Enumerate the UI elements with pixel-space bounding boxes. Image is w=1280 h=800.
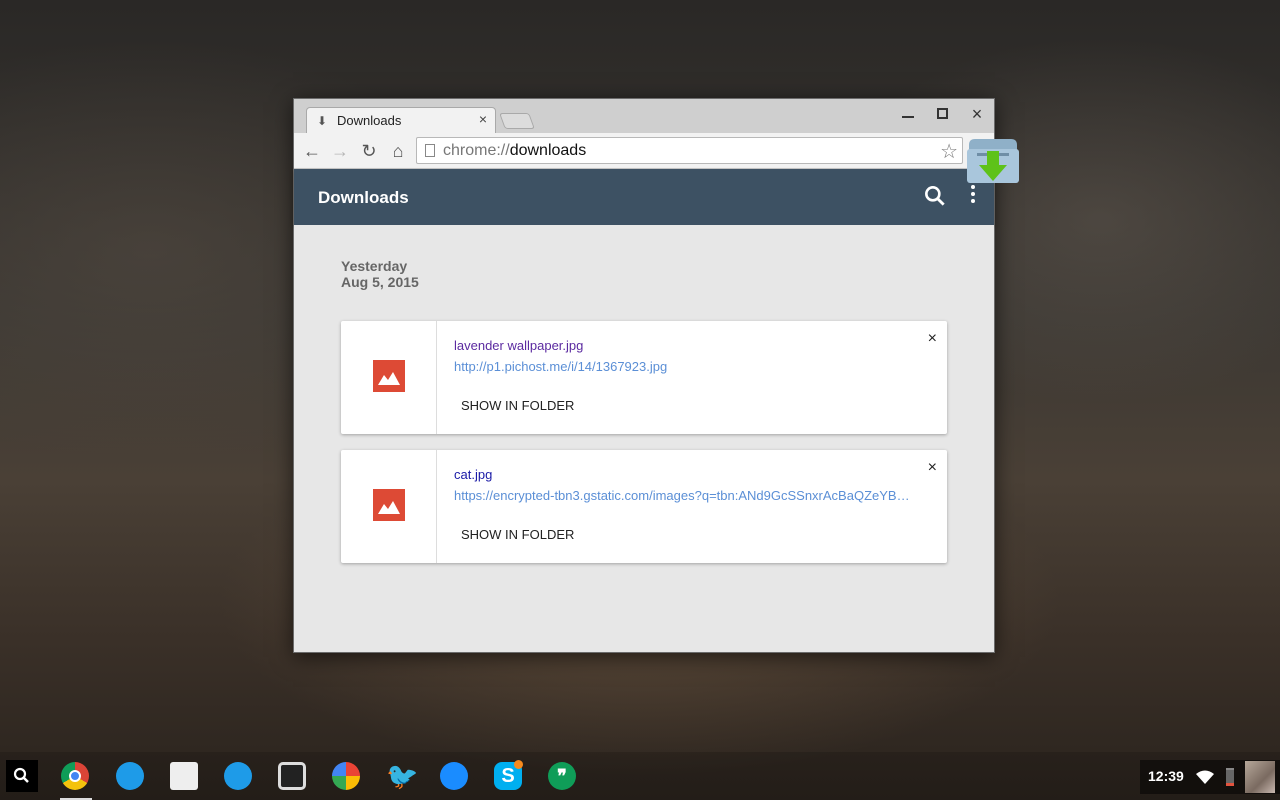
browser-window: ⬇ Downloads × × ← → ↻ ⌂ chrome:// downlo… [293,98,995,653]
date-group-header: Yesterday Aug 5, 2015 [341,258,419,290]
file-url-link[interactable]: https://encrypted-tbn3.gstatic.com/image… [454,488,914,503]
url-scheme: chrome:// [443,141,510,159]
browser-toolbar: ← → ↻ ⌂ chrome:// downloads ☆ [294,133,994,169]
web-store-icon[interactable] [170,762,198,790]
close-window-button[interactable]: × [967,104,987,124]
clock: 12:39 [1148,768,1184,784]
camera-lens-app-icon[interactable] [278,762,306,790]
file-url-link[interactable]: http://p1.pichost.me/i/14/1367923.jpg [454,359,914,374]
camera-app-icon[interactable] [224,762,252,790]
messenger-app-icon[interactable] [440,762,468,790]
maximize-button[interactable] [932,104,952,124]
remove-download-icon[interactable]: × [928,459,937,477]
hangouts-app-icon[interactable]: ❞ [548,762,576,790]
title-bar: ⬇ Downloads × × [294,99,994,133]
shelf: 🐦 S ❞ 12:39 [0,752,1280,800]
notification-badge [514,760,523,769]
status-tray[interactable]: 12:39 [1140,760,1280,794]
file-icon-cell [341,450,437,563]
downloads-list: Yesterday Aug 5, 2015 lavender wallpaper… [294,225,994,652]
files-app-icon[interactable] [116,762,144,790]
maximize-icon [936,108,948,119]
downloads-folder-icon [967,139,1019,183]
address-bar[interactable]: chrome:// downloads ☆ [416,137,963,164]
back-button[interactable]: ← [300,139,324,163]
minimize-icon [902,116,914,118]
new-tab-button[interactable] [499,113,535,129]
remove-download-icon[interactable]: × [928,330,937,348]
reload-button[interactable]: ↻ [357,139,381,163]
tab-title: Downloads [337,113,402,128]
minimize-button[interactable] [898,104,918,124]
image-icon [373,489,405,521]
user-avatar[interactable] [1245,761,1275,793]
download-item: lavender wallpaper.jpg http://p1.pichost… [341,321,947,434]
file-icon-cell [341,321,437,434]
download-arrow-icon: ⬇ [317,113,328,128]
tab-close-icon[interactable]: × [479,111,487,127]
home-button[interactable]: ⌂ [386,139,410,163]
downloads-header: Downloads [294,169,994,225]
file-name-link[interactable]: lavender wallpaper.jpg [454,338,583,353]
show-in-folder-button[interactable]: SHOW IN FOLDER [454,525,581,544]
more-vert-icon[interactable] [968,185,978,209]
relative-date: Yesterday [341,258,408,274]
twitter-app-icon[interactable]: 🐦 [386,762,418,790]
page-title: Downloads [318,188,409,207]
image-icon [373,360,405,392]
battery-icon [1226,768,1234,786]
chrome-app-icon[interactable] [61,762,89,790]
file-name-link[interactable]: cat.jpg [454,467,492,482]
tab-downloads[interactable]: ⬇ Downloads × [306,107,496,133]
wifi-icon [1196,770,1214,784]
forward-button[interactable]: → [328,139,352,163]
search-icon[interactable] [922,183,948,209]
page-icon [425,144,435,157]
url-host: downloads [509,141,587,159]
launcher-search-icon[interactable] [6,760,38,792]
photos-app-icon[interactable] [332,762,360,790]
download-item: cat.jpg https://encrypted-tbn3.gstatic.c… [341,450,947,563]
bookmark-star-icon[interactable]: ☆ [940,139,958,164]
absolute-date: Aug 5, 2015 [341,274,419,290]
show-in-folder-button[interactable]: SHOW IN FOLDER [454,396,581,415]
